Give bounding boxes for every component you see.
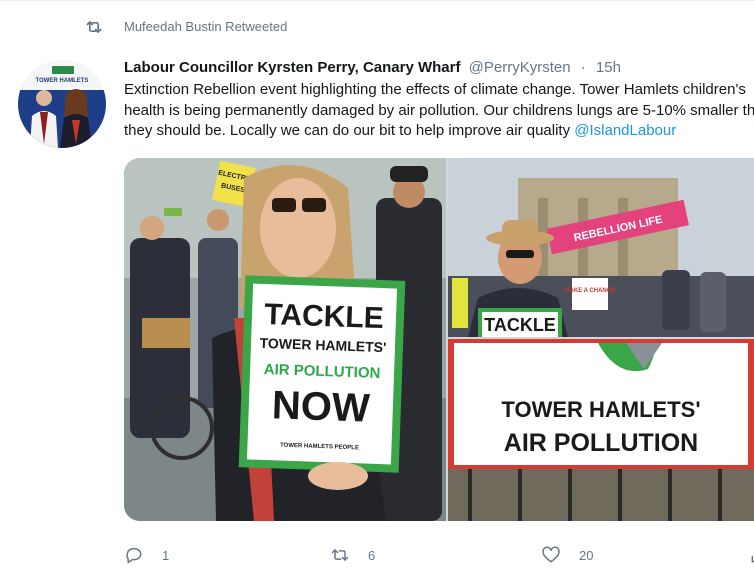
photo-banner[interactable]: TOWER HAMLETS' AIR POLLUTION [448,339,754,521]
tweet-text-line-3-body: they should be. Locally we can do our bi… [124,122,575,139]
avatar-photo: TOWER HAMLETS [18,60,106,148]
retweet-count: 6 [368,547,376,563]
retweet-icon [331,549,349,561]
tweet-actions: 1 6 20 [0,545,754,569]
placard-text: MAKE A CHANGE [565,288,616,294]
reply-count: 1 [162,547,170,563]
photo-protest-sign[interactable]: ELECTRIC BUSES TACKLE TOWER HAMLETS' AIR… [124,158,446,521]
retweet-button[interactable]: 6 [330,545,375,565]
top-divider [0,0,754,1]
reply-button[interactable]: 1 [124,545,169,565]
retweeted-by-label: Mufeedah Bustin Retweeted [124,19,288,34]
banner-line-1: TOWER HAMLETS' [501,397,700,422]
banner-line-2: AIR POLLUTION [504,429,698,457]
tweet-header: Labour Councillor Kyrsten Perry, Canary … [124,58,621,78]
share-icon [751,555,754,563]
photo-march-man[interactable]: REBELLION LIFE MAKE A CHANGE TACKLE [448,158,754,337]
avatar[interactable]: TOWER HAMLETS [18,60,106,148]
tweet-text-line-2: health is being permanently damaged by a… [124,101,754,119]
mention-link[interactable]: @IslandLabour [574,122,676,139]
separator-dot: · [580,59,586,76]
media-grid: ELECTRIC BUSES TACKLE TOWER HAMLETS' AIR… [124,158,754,521]
reply-icon [126,548,142,564]
like-button[interactable]: 20 [541,545,593,565]
like-count: 20 [579,547,594,563]
tweet-timestamp[interactable]: 15h [596,59,621,76]
share-button[interactable] [749,545,754,565]
heart-icon [542,546,560,563]
tr-sign-text: TACKLE [484,315,556,335]
retweet-context: Mufeedah Bustin Retweeted [84,16,287,38]
sign-line-4: NOW [271,383,370,430]
author-name[interactable]: Labour Councillor Kyrsten Perry, Canary … [124,59,460,76]
tweet-text-line-3: they should be. Locally we can do our bi… [124,121,754,142]
sign-line-1: TACKLE [264,298,385,335]
tweet-text: Extinction Rebellion event highlighting … [124,80,754,142]
retweet-icon [86,21,102,33]
author-handle[interactable]: @PerryKyrsten [469,59,571,76]
avatar-badge-text: TOWER HAMLETS [36,78,89,84]
tweet-text-line-1: Extinction Rebellion event highlighting … [124,81,746,98]
